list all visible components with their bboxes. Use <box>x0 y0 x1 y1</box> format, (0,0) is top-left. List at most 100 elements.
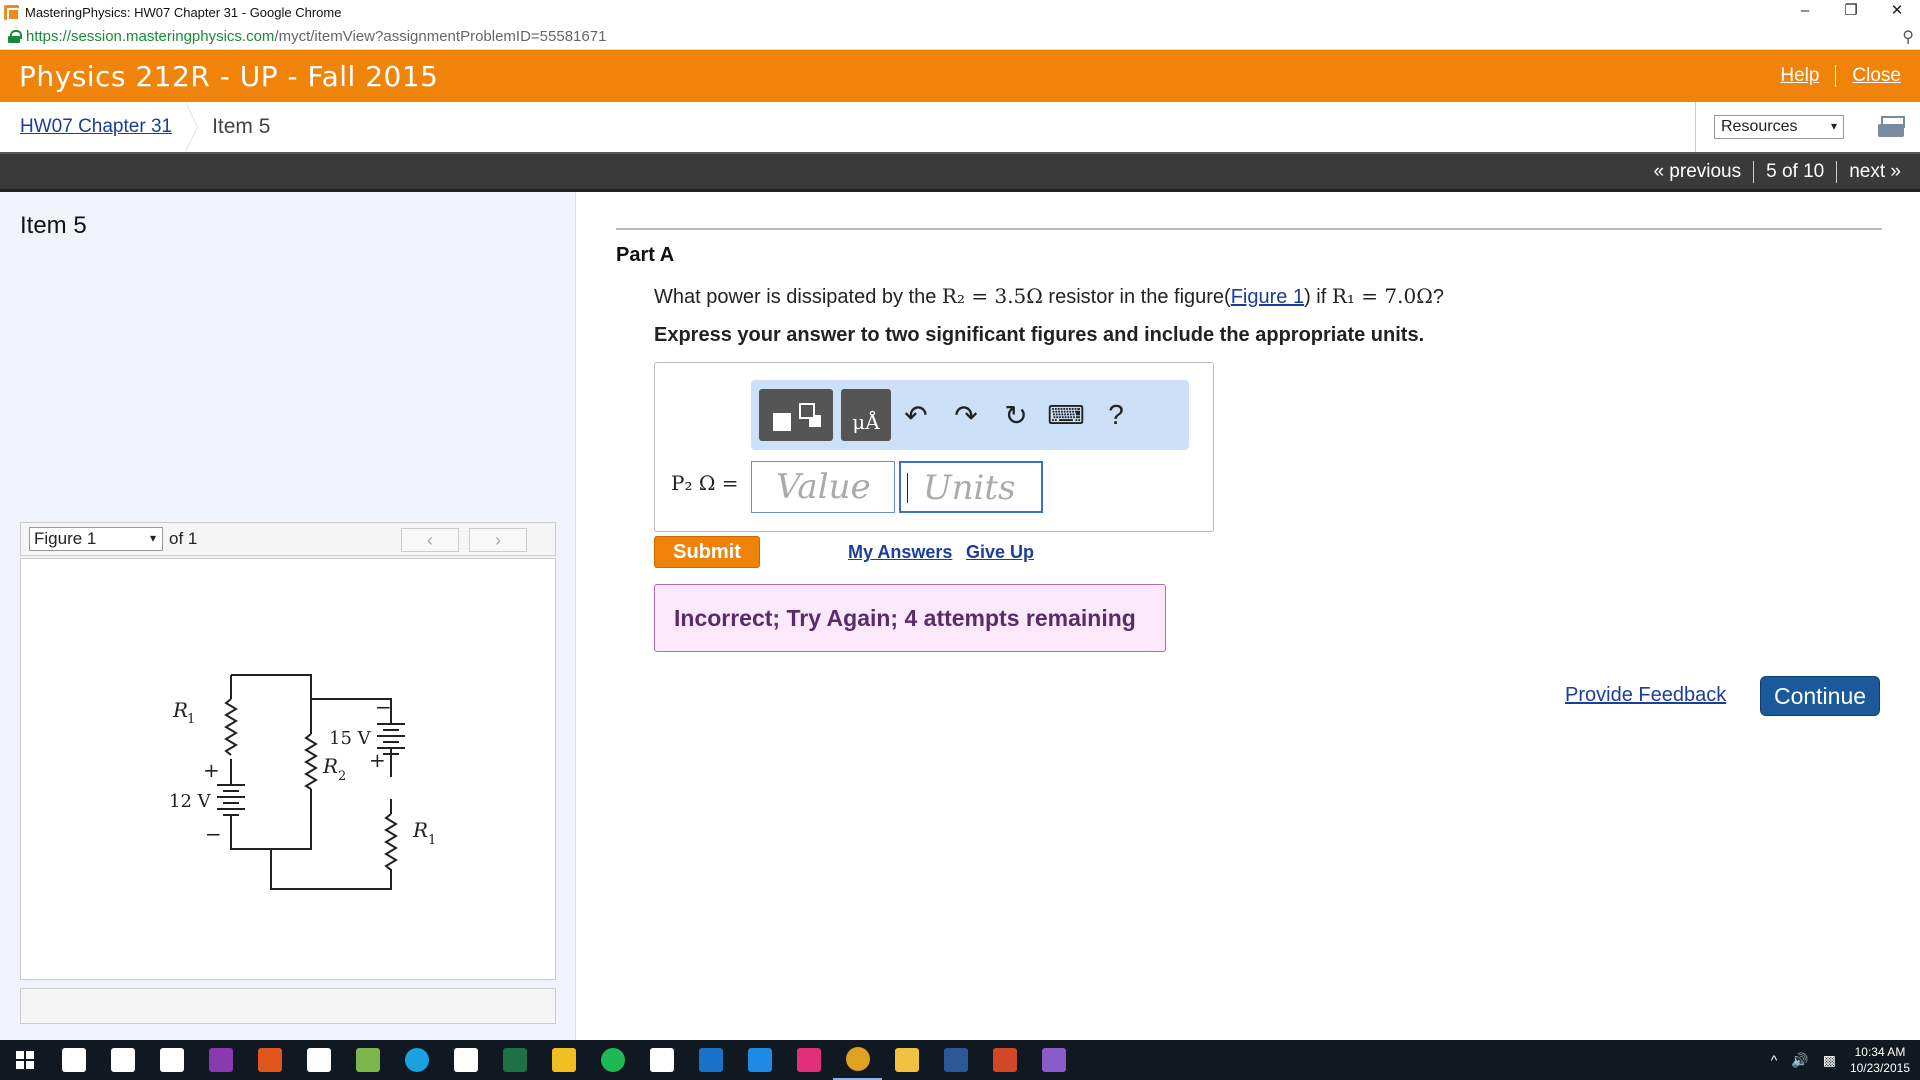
chrome-icon <box>845 1047 870 1071</box>
office-icon <box>257 1048 282 1072</box>
breadcrumb: HW07 Chapter 31 Item 5 Resources <box>0 102 1920 152</box>
value-input[interactable]: Value <box>751 461 895 513</box>
figure-link[interactable]: Figure 1 <box>1231 286 1304 308</box>
start-button[interactable] <box>0 1040 49 1080</box>
taskbar-app-mail[interactable] <box>637 1040 686 1080</box>
taskbar-app-calendar[interactable] <box>294 1040 343 1080</box>
answer-box: μÅ ↶ ↷ ↻ ⌨ ? P₂ Ω = Value Units <box>654 362 1214 532</box>
taskbar-app-weather[interactable] <box>735 1040 784 1080</box>
undo-icon[interactable]: ↶ <box>891 399 941 432</box>
my-answers-link[interactable]: My Answers <box>848 542 952 563</box>
close-window-icon[interactable]: ✕ <box>1874 0 1920 24</box>
close-link[interactable]: Close <box>1852 65 1901 87</box>
resources-label: Resources <box>1721 118 1798 135</box>
label-12v: 12 V <box>169 791 212 812</box>
address-bar[interactable]: https://session.masteringphysics.com /my… <box>0 24 1920 50</box>
taskbar-app-microphone[interactable] <box>147 1040 196 1080</box>
give-up-link[interactable]: Give Up <box>966 542 1034 563</box>
taskbar-app-settings[interactable] <box>343 1040 392 1080</box>
taskbar-app-groove[interactable] <box>784 1040 833 1080</box>
paint-icon <box>551 1048 576 1072</box>
question-text: What power is dissipated by the R₂ = 3.5… <box>654 284 1444 309</box>
submit-button[interactable]: Submit <box>654 536 760 568</box>
tray-chevron-icon[interactable]: ^ <box>1771 1052 1778 1068</box>
taskbar-app-onenote[interactable] <box>196 1040 245 1080</box>
task-view-icon <box>61 1048 86 1072</box>
reset-icon[interactable]: ↻ <box>991 399 1041 432</box>
question-pre: What power is dissipated by the <box>654 286 942 308</box>
taskbar-app-task-view[interactable] <box>49 1040 98 1080</box>
label-r2: R <box>322 754 338 778</box>
label-r1-left: R <box>172 698 188 722</box>
help-link[interactable]: Help <box>1780 65 1819 87</box>
onenote-icon <box>208 1048 233 1072</box>
url-host: https://session.masteringphysics.com <box>26 28 275 45</box>
taskbar-app-spotify[interactable] <box>588 1040 637 1080</box>
minimize-icon[interactable]: – <box>1782 0 1828 24</box>
units-input[interactable]: Units <box>899 461 1043 513</box>
figure-select[interactable]: Figure 1 <box>29 527 163 551</box>
label-r1-right: R <box>412 818 428 842</box>
breadcrumb-separator <box>185 102 206 152</box>
volume-icon[interactable]: 🔊 <box>1791 1052 1808 1069</box>
item-position: 5 of 10 <box>1766 160 1825 182</box>
figure-pane: Item 5 Figure 1 of 1 ‹ › R 1 + 12 V − − … <box>0 192 576 1040</box>
redo-icon[interactable]: ↷ <box>941 399 991 432</box>
figure-next-button[interactable]: › <box>469 528 527 552</box>
label-15v: 15 V <box>329 728 372 749</box>
browser-title-bar: MasteringPhysics: HW07 Chapter 31 - Goog… <box>0 0 1920 24</box>
restore-icon[interactable]: ❐ <box>1828 0 1874 24</box>
resources-dropdown[interactable]: Resources <box>1714 115 1844 139</box>
question-mid: resistor in the figure( <box>1042 286 1231 308</box>
label-minus-12v: − <box>205 822 222 846</box>
spotify-icon <box>600 1048 625 1072</box>
keyboard-icon[interactable]: ⌨ <box>1041 400 1091 431</box>
figure-toolbar: Figure 1 of 1 ‹ › <box>20 522 556 556</box>
units-button[interactable]: μÅ <box>841 389 891 441</box>
notification-icon[interactable]: ▩ <box>1823 1052 1836 1069</box>
taskbar-app-edge[interactable] <box>686 1040 735 1080</box>
printer-icon[interactable] <box>1878 114 1905 140</box>
label-plus-12v: + <box>203 758 220 782</box>
taskbar-app-paint[interactable] <box>539 1040 588 1080</box>
explorer-icon <box>894 1048 919 1072</box>
label-r2-sub: 2 <box>338 769 346 784</box>
groove-icon <box>796 1048 821 1072</box>
templates-icon[interactable] <box>759 389 833 441</box>
word-icon <box>943 1048 968 1072</box>
store-icon <box>110 1048 135 1072</box>
taskbar-app-calculator[interactable] <box>441 1040 490 1080</box>
taskbar-app-powerpoint[interactable] <box>980 1040 1029 1080</box>
taskbar-app-chrome[interactable] <box>833 1040 882 1080</box>
zoom-icon[interactable]: ⚲ <box>1902 27 1914 47</box>
part-title: Part A <box>616 244 675 266</box>
previous-link[interactable]: « previous <box>1653 161 1741 183</box>
taskbar-app-store[interactable] <box>98 1040 147 1080</box>
feedback-message: Incorrect; Try Again; 4 attempts remaini… <box>654 584 1166 652</box>
continue-button[interactable]: Continue <box>1760 676 1880 716</box>
figure-select-value: Figure 1 <box>34 529 97 548</box>
window-controls: – ❐ ✕ <box>1782 0 1920 24</box>
windows-taskbar: ^ 🔊 ▩ 10:34 AM 10/23/2015 <box>0 1040 1920 1080</box>
taskbar-app-visual-studio[interactable] <box>1029 1040 1078 1080</box>
weather-icon <box>747 1048 772 1072</box>
taskbar-app-excel[interactable] <box>490 1040 539 1080</box>
clock-date: 10/23/2015 <box>1849 1061 1910 1075</box>
math-r2: R₂ = 3.5Ω <box>941 284 1043 308</box>
math-toolbar: μÅ ↶ ↷ ↻ ⌨ ? <box>751 380 1189 450</box>
system-tray: ^ 🔊 ▩ 10:34 AM 10/23/2015 <box>1771 1040 1920 1080</box>
taskbar-app-word[interactable] <box>931 1040 980 1080</box>
next-link[interactable]: next » <box>1849 161 1901 183</box>
url-path: /myct/itemView?assignmentProblemID=55581… <box>274 28 607 45</box>
taskbar-app-explorer[interactable] <box>882 1040 931 1080</box>
clock[interactable]: 10:34 AM 10/23/2015 <box>1850 1044 1910 1076</box>
clock-time: 10:34 AM <box>1854 1045 1906 1059</box>
taskbar-app-skype[interactable] <box>392 1040 441 1080</box>
help-icon[interactable]: ? <box>1091 399 1141 431</box>
breadcrumb-assignment-link[interactable]: HW07 Chapter 31 <box>20 116 172 138</box>
math-r1: R₁ = 7.0Ω <box>1331 284 1433 308</box>
figure-prev-button[interactable]: ‹ <box>401 528 459 552</box>
taskbar-app-office[interactable] <box>245 1040 294 1080</box>
provide-feedback-link[interactable]: Provide Feedback <box>1565 684 1726 707</box>
question-end: ? <box>1432 286 1444 308</box>
